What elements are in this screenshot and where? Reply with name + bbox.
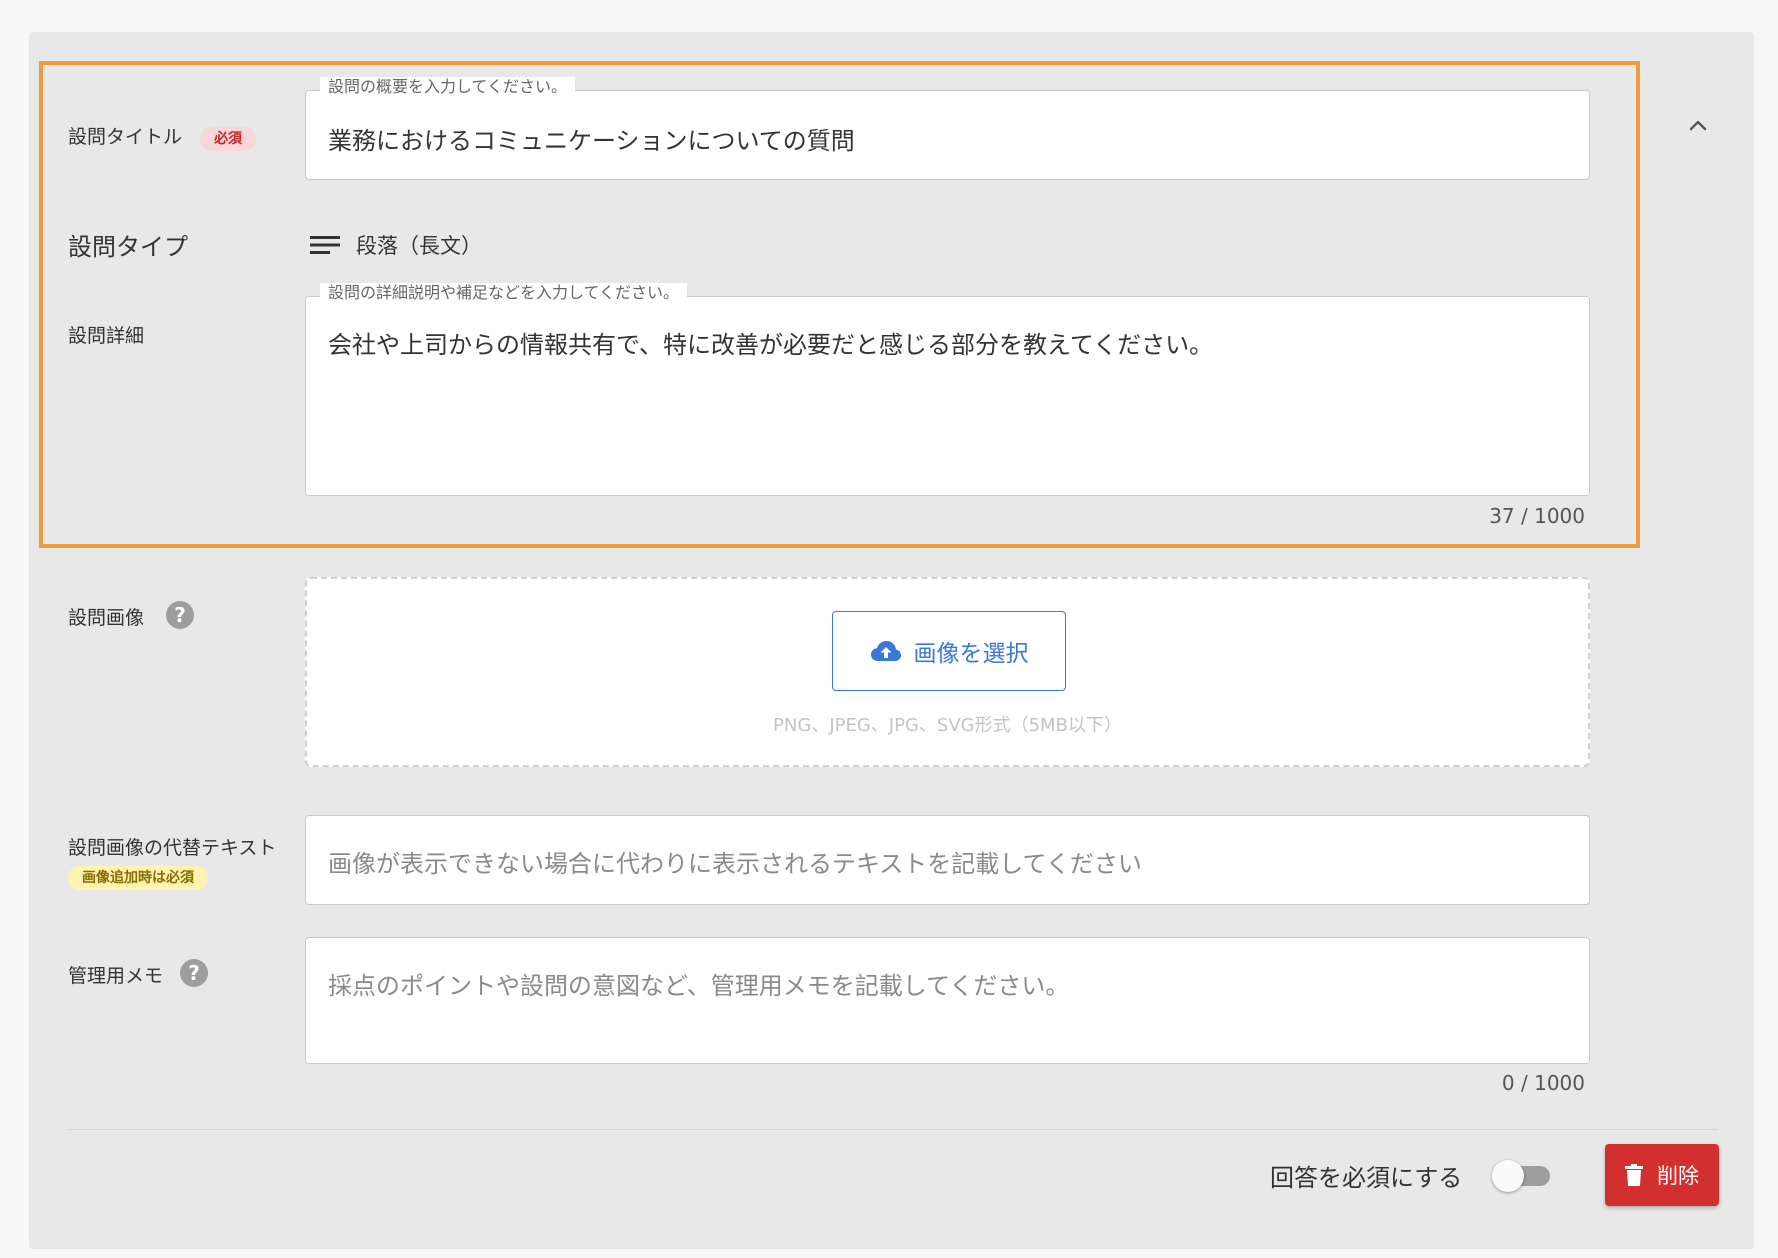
question-image-label: 設問画像	[68, 607, 145, 629]
image-format-hint: PNG、JPEG、JPG、SVG形式（5MB以下）	[773, 715, 1122, 736]
paragraph-icon	[310, 236, 340, 254]
admin-memo-help-icon[interactable]: ?	[180, 959, 208, 987]
admin-memo-textarea[interactable]: 採点のポイントや設問の意図など、管理用メモを記載してください。	[305, 937, 1590, 1064]
image-dropzone[interactable]: 画像を選択 PNG、JPEG、JPG、SVG形式（5MB以下）	[305, 577, 1590, 767]
alt-text-label: 設問画像の代替テキスト	[68, 837, 277, 859]
required-toggle[interactable]	[1492, 1160, 1552, 1192]
question-type-label: 設問タイプ	[68, 233, 188, 261]
question-type-value: 段落（長文）	[356, 234, 482, 258]
delete-button[interactable]: 削除	[1605, 1144, 1719, 1206]
alt-text-placeholder: 画像が表示できない場合に代わりに表示されるテキストを記載してください	[328, 850, 1142, 878]
question-title-float-label: 設問の概要を入力してください。	[320, 77, 576, 97]
toggle-thumb	[1492, 1160, 1524, 1192]
question-detail-label: 設問詳細	[68, 325, 145, 347]
question-detail-textarea[interactable]: 設問の詳細説明や補足などを入力してください。 会社や上司からの情報共有で、特に改…	[305, 283, 1590, 496]
admin-memo-placeholder: 採点のポイントや設問の意図など、管理用メモを記載してください。	[328, 972, 1070, 1000]
question-detail-counter: 37 / 1000	[1489, 504, 1585, 528]
required-badge: 必須	[200, 127, 257, 151]
question-title-label-text: 設問タイトル	[68, 126, 183, 148]
delete-button-label: 削除	[1657, 1164, 1699, 1188]
select-image-button[interactable]: 画像を選択	[832, 611, 1066, 691]
admin-memo-label: 管理用メモ	[68, 965, 164, 987]
footer-divider	[68, 1129, 1718, 1130]
required-toggle-label: 回答を必須にする	[1270, 1164, 1463, 1192]
alt-text-input[interactable]: 画像が表示できない場合に代わりに表示されるテキストを記載してください	[305, 815, 1590, 905]
chevron-up-icon[interactable]	[1686, 114, 1710, 138]
admin-memo-counter: 0 / 1000	[1501, 1071, 1585, 1095]
image-required-badge: 画像追加時は必須	[68, 866, 208, 890]
trash-icon	[1625, 1164, 1643, 1186]
question-detail-value: 会社や上司からの情報共有で、特に改善が必要だと感じる部分を教えてください。	[328, 331, 1214, 359]
cloud-upload-icon	[870, 641, 901, 661]
select-image-button-label: 画像を選択	[913, 641, 1029, 667]
question-type-selector[interactable]: 段落（長文）	[310, 230, 482, 260]
question-detail-float-label: 設問の詳細説明や補足などを入力してください。	[320, 283, 688, 303]
question-title-value: 業務におけるコミュニケーションについての質問	[328, 127, 855, 155]
question-image-help-icon[interactable]: ?	[166, 601, 194, 629]
question-title-input[interactable]: 設問の概要を入力してください。 業務におけるコミュニケーションについての質問	[305, 77, 1590, 180]
question-title-label: 設問タイトル 必須	[68, 122, 257, 151]
